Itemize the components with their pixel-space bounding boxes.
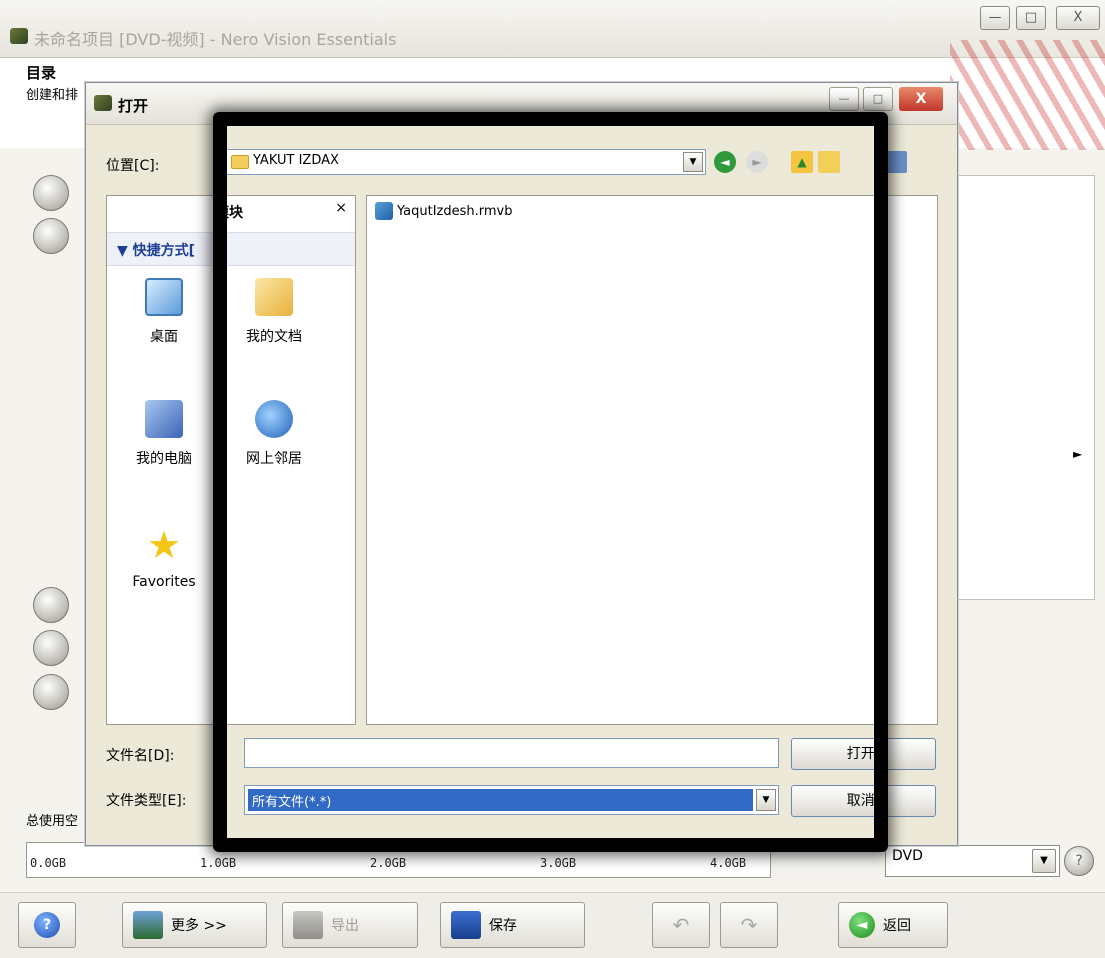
shortcuts-header[interactable]: ▼ 快捷方式[ — [107, 232, 355, 266]
more-button[interactable]: 更多 >> — [122, 902, 267, 948]
move-up-button[interactable] — [33, 175, 69, 211]
chevron-down-icon[interactable]: ▼ — [683, 152, 703, 172]
my-documents-icon — [255, 278, 293, 316]
capacity-tick: 0.0GB — [30, 856, 67, 870]
redo-icon: ↷ — [740, 913, 758, 937]
undo-icon: ↶ — [672, 913, 690, 937]
file-name: YaqutIzdesh.rmvb — [397, 203, 513, 219]
open-button[interactable]: 打开[ — [791, 738, 936, 770]
undo-button[interactable]: ↶ — [652, 902, 710, 948]
network-icon — [255, 400, 293, 438]
places-panel: 模块 × ▼ 快捷方式[ 桌面 我的文档 我的电脑 网上邻居 ★ Favorit… — [106, 195, 356, 725]
back-button[interactable]: ◄ 返回 — [838, 902, 948, 948]
place-my-documents[interactable]: 我的文档 — [229, 278, 319, 346]
export-button[interactable]: 导出 — [282, 902, 418, 948]
chevron-down-icon[interactable]: ▼ — [1032, 849, 1056, 873]
page-subtitle: 创建和排 — [26, 88, 79, 103]
capacity-tick: 4.0GB — [710, 856, 747, 870]
help-icon[interactable]: ? — [1064, 846, 1094, 876]
disc-type-select[interactable]: DVD ▼ — [885, 845, 1060, 877]
page-title: 目录 — [26, 64, 57, 82]
capacity-tick: 3.0GB — [540, 856, 577, 870]
maximize-button[interactable]: □ — [1016, 6, 1046, 30]
app-icon — [10, 28, 28, 44]
star-icon: ★ — [146, 523, 182, 567]
capacity-tick: 2.0GB — [370, 856, 407, 870]
view-menu-icon[interactable] — [881, 151, 907, 173]
dialog-maximize-button[interactable]: □ — [863, 87, 893, 111]
dialog-close-button[interactable]: X — [899, 87, 943, 111]
new-folder-icon[interactable] — [818, 151, 840, 173]
preview-panel — [955, 175, 1095, 600]
filename-field[interactable] — [244, 738, 779, 768]
save-button[interactable]: 保存 — [440, 902, 585, 948]
up-folder-icon[interactable]: ▲ — [791, 151, 813, 173]
window-title: 未命名项目 [DVD-视频] - Nero Vision Essentials — [34, 30, 397, 49]
redo-button[interactable]: ↷ — [720, 902, 778, 948]
place-label: 桌面 — [150, 329, 178, 345]
place-label: Favorites — [132, 574, 196, 590]
back-arrow-icon: ◄ — [849, 912, 875, 938]
more-icon — [133, 911, 163, 939]
main-titlebar: 未命名项目 [DVD-视频] - Nero Vision Essentials … — [0, 0, 1105, 58]
disc-type-value: DVD — [892, 848, 923, 864]
filetype-value: 所有文件(*.*) — [248, 789, 753, 811]
move-down-button[interactable] — [33, 218, 69, 254]
open-file-dialog: 打开 — □ X 位置[C]: YAKUT IZDAX ▼ ◄ ► ▲ 模块 ×… — [85, 82, 958, 846]
help-icon: ? — [34, 912, 60, 938]
place-desktop[interactable]: 桌面 — [119, 278, 209, 346]
place-favorites[interactable]: ★ Favorites — [119, 526, 209, 590]
add-button[interactable] — [33, 587, 69, 623]
minimize-button[interactable]: — — [980, 6, 1010, 30]
video-file-icon — [375, 202, 393, 220]
dialog-title: 打开 — [118, 97, 149, 115]
list-item[interactable]: YaqutIzdesh.rmvb — [375, 202, 512, 220]
forward-icon[interactable]: ► — [746, 151, 768, 173]
back-icon[interactable]: ◄ — [714, 151, 736, 173]
filename-label: 文件名[D]: — [106, 748, 175, 764]
filetype-select[interactable]: 所有文件(*.*) ▼ — [244, 785, 779, 815]
delete-button[interactable] — [33, 674, 69, 710]
capacity-tick: 1.0GB — [200, 856, 237, 870]
close-icon[interactable]: × — [335, 200, 347, 216]
total-used-label: 总使用空 — [26, 814, 79, 829]
close-button[interactable]: X — [1056, 6, 1100, 30]
folder-icon — [231, 155, 249, 169]
scroll-right-arrow-icon[interactable]: ► — [1073, 447, 1082, 461]
export-icon — [293, 911, 323, 939]
my-computer-icon — [145, 400, 183, 438]
place-label: 网上邻居 — [246, 451, 302, 467]
save-icon — [451, 911, 481, 939]
back-label: 返回 — [883, 918, 911, 934]
dialog-minimize-button[interactable]: — — [829, 87, 859, 111]
chevron-down-icon[interactable]: ▼ — [756, 789, 776, 811]
desktop-icon — [145, 278, 183, 316]
export-label: 导出 — [331, 918, 359, 934]
place-label: 我的文档 — [246, 329, 302, 345]
place-label: 我的电脑 — [136, 451, 192, 467]
filetype-label: 文件类型[E]: — [106, 793, 187, 809]
look-in-label: 位置[C]: — [106, 158, 160, 174]
app-icon — [94, 95, 112, 111]
save-label: 保存 — [489, 918, 517, 934]
help-button[interactable]: ? — [18, 902, 76, 948]
more-label: 更多 >> — [171, 918, 227, 934]
place-my-computer[interactable]: 我的电脑 — [119, 400, 209, 468]
dialog-titlebar: 打开 — □ X — [86, 83, 957, 125]
edit-button[interactable] — [33, 630, 69, 666]
header-decoration — [950, 40, 1105, 150]
file-list: YaqutIzdesh.rmvb — [366, 195, 938, 725]
cancel-button[interactable]: 取消[ — [791, 785, 936, 817]
place-network[interactable]: 网上邻居 — [229, 400, 319, 468]
look-in-select[interactable]: YAKUT IZDAX ▼ — [226, 149, 706, 175]
places-title: 模块 — [215, 205, 243, 221]
look-in-value: YAKUT IZDAX — [253, 153, 339, 168]
